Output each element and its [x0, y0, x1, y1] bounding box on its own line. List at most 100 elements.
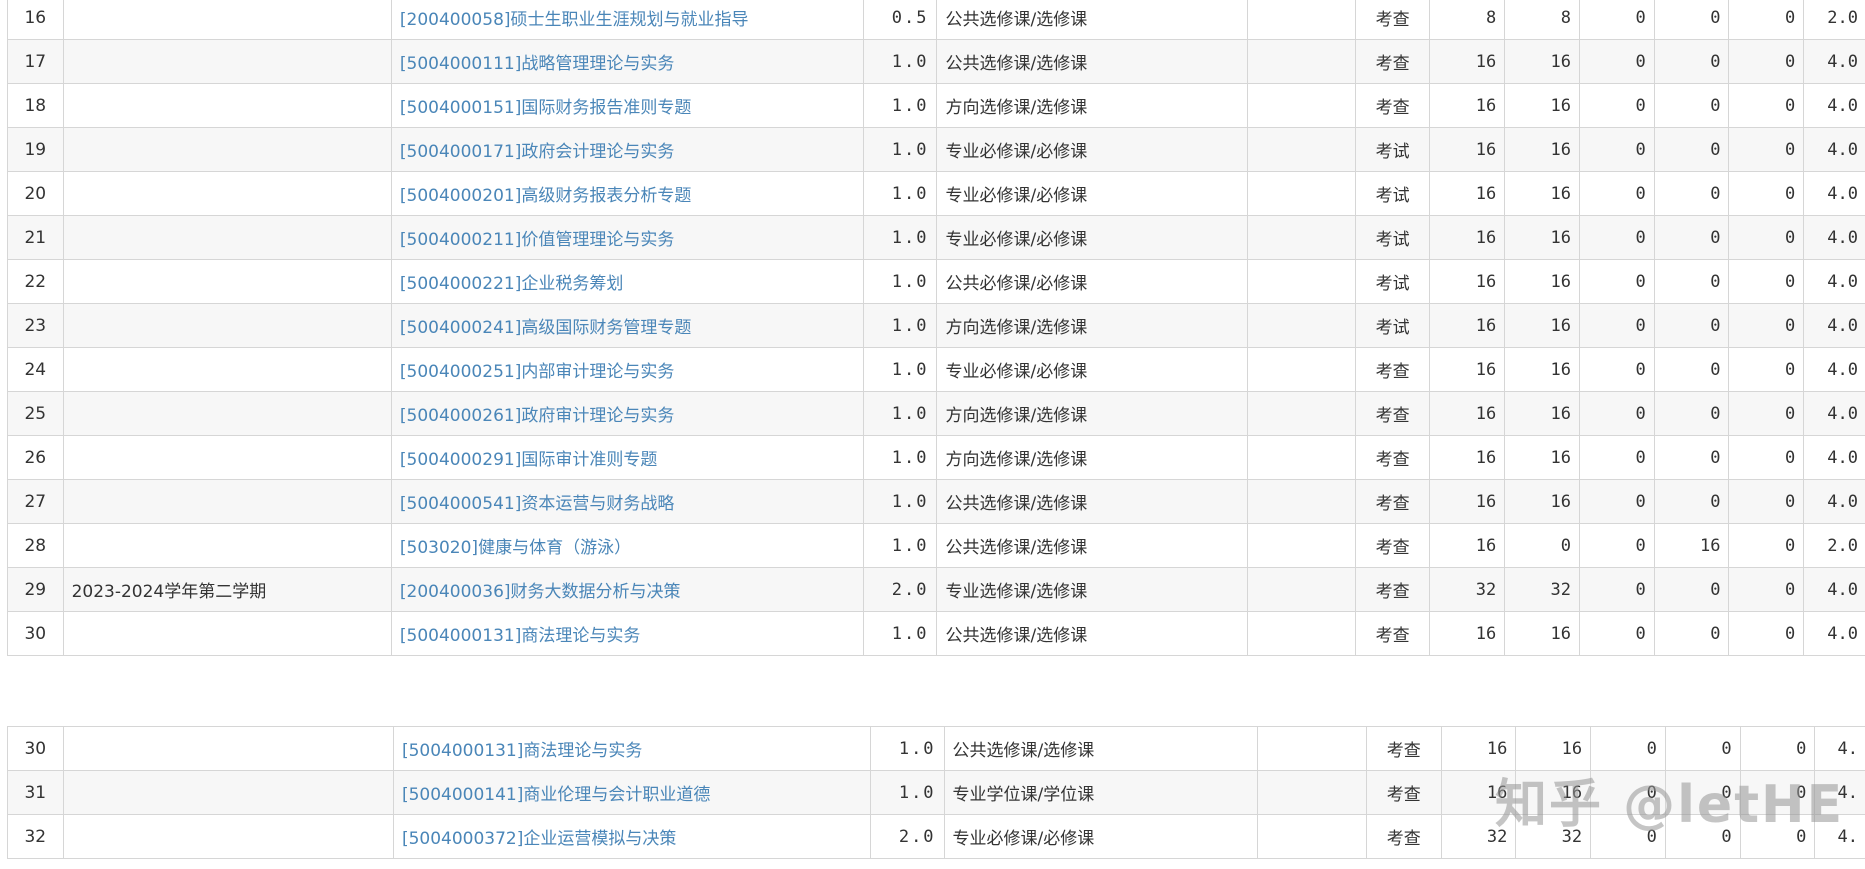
other-hours-cell: 0: [1728, 611, 1805, 656]
other-hours-cell: 0: [1739, 726, 1816, 771]
lecture-hours-cell: 0: [1504, 523, 1580, 568]
course-type-cell: 专业必修课/必修课: [936, 127, 1248, 172]
term-cell: [62, 347, 392, 392]
course-name-link[interactable]: [5004000141]商业伦理与会计职业道德: [402, 785, 710, 805]
credit-cell: 0.5: [862, 0, 938, 40]
lab-hours-cell: 0: [1578, 171, 1655, 216]
course-table-bottom-section: 30 [5004000131]商法理论与实务 1.0 公共选修课/选修课 考查 16 16 0…: [0, 726, 1865, 869]
term-cell: [62, 726, 394, 771]
row-index: 19: [7, 127, 64, 172]
term-cell: [62, 259, 392, 304]
course-name-link[interactable]: [5004000241]高级国际财务管理专题: [400, 318, 691, 338]
total-hours-cell: 16: [1440, 726, 1517, 771]
table-row: 30 [5004000131]商法理论与实务 1.0 公共选修课/选修课 考查 16 16 0…: [7, 611, 1865, 656]
course-name-link[interactable]: [5004000251]内部审计理论与实务: [400, 362, 674, 382]
empty-cell: [1246, 523, 1356, 568]
course-name-link[interactable]: [5004000171]政府会计理论与实务: [400, 142, 674, 162]
credit-cell: 1.0: [862, 259, 938, 304]
practice-hours-cell: 0: [1664, 726, 1741, 771]
practice-hours-cell: 0: [1653, 567, 1730, 612]
assessment-cell: 考查: [1365, 770, 1442, 815]
table-row: 25 [5004000261]政府审计理论与实务 1.0 方向选修课/选修课 考查 16 1…: [7, 391, 1865, 436]
assessment-cell: 考查: [1354, 0, 1431, 40]
weekly-hours-cell: 4.0: [1803, 127, 1865, 172]
credit-cell: 1.0: [862, 303, 938, 348]
course-name-link[interactable]: [5004000261]政府审计理论与实务: [400, 406, 674, 426]
course-name-link[interactable]: [200400036]财务大数据分析与决策: [400, 582, 681, 602]
credit-cell: 1.0: [869, 726, 945, 771]
practice-hours-cell: 0: [1653, 171, 1730, 216]
practice-hours-cell: 0: [1653, 39, 1730, 84]
assessment-cell: 考查: [1354, 567, 1431, 612]
course-link: [5004000221]企业税务筹划: [390, 259, 864, 304]
course-name-link[interactable]: [5004000111]战略管理理论与实务: [400, 54, 674, 74]
other-hours-cell: 0: [1728, 39, 1805, 84]
course-name-link[interactable]: [5004000372]企业运营模拟与决策: [402, 829, 676, 849]
table-row: 23 [5004000241]高级国际财务管理专题 1.0 方向选修课/选修课 考试 16…: [7, 303, 1865, 348]
course-name-link[interactable]: [503020]健康与体育（游泳）: [400, 538, 631, 558]
row-index: 24: [7, 347, 64, 392]
lecture-hours-cell: 32: [1515, 814, 1592, 859]
course-name-link[interactable]: [5004000131]商法理论与实务: [402, 741, 642, 761]
practice-hours-cell: 0: [1653, 611, 1730, 656]
term-cell: [62, 215, 392, 260]
course-name-link[interactable]: [5004000211]价值管理理论与实务: [400, 230, 674, 250]
row-index: 26: [7, 435, 64, 480]
course-name-link[interactable]: [5004000291]国际审计准则专题: [400, 450, 657, 470]
row-index: 21: [7, 215, 64, 260]
empty-cell: [1246, 347, 1356, 392]
course-link: [5004000541]资本运营与财务战略: [390, 479, 864, 524]
course-link: [503020]健康与体育（游泳）: [390, 523, 864, 568]
course-link: [5004000141]商业伦理与会计职业道德: [392, 770, 871, 815]
practice-hours-cell: 16: [1653, 523, 1730, 568]
lab-hours-cell: 0: [1590, 814, 1666, 859]
assessment-cell: 考查: [1354, 611, 1431, 656]
practice-hours-cell: 0: [1653, 215, 1730, 260]
term-cell: [62, 523, 392, 568]
course-type-cell: 公共选修课/选修课: [936, 39, 1248, 84]
weekly-hours-cell: 4.0: [1803, 567, 1865, 612]
total-hours-cell: 16: [1429, 611, 1506, 656]
assessment-cell: 考试: [1354, 259, 1431, 304]
empty-cell: [1246, 391, 1356, 436]
assessment-cell: 考试: [1354, 303, 1431, 348]
row-index: 20: [7, 171, 64, 216]
table-row: 32 [5004000372]企业运营模拟与决策 2.0 专业必修课/必修课 考查 32 3…: [7, 814, 1865, 859]
lecture-hours-cell: 16: [1504, 39, 1580, 84]
assessment-cell: 考试: [1354, 171, 1431, 216]
course-type-cell: 专业必修课/必修课: [936, 215, 1248, 260]
course-name-link[interactable]: [200400058]硕士生职业生涯规划与就业指导: [400, 10, 749, 30]
other-hours-cell: 0: [1739, 770, 1816, 815]
total-hours-cell: 16: [1429, 259, 1506, 304]
course-type-cell: 公共选修课/选修课: [943, 726, 1258, 771]
table-row: 22 [5004000221]企业税务筹划 1.0 公共必修课/必修课 考试 16 16 0 0…: [7, 259, 1865, 304]
empty-cell: [1246, 259, 1356, 304]
course-table-top-section: 16 [200400058]硕士生职业生涯规划与就业指导 0.5 公共选修课/选修课考…: [0, 0, 1865, 678]
course-name-link[interactable]: [5004000151]国际财务报告准则专题: [400, 98, 691, 118]
course-type-cell: 专业必修课/必修课: [936, 347, 1248, 392]
lecture-hours-cell: 8: [1504, 0, 1580, 40]
credit-cell: 1.0: [862, 83, 938, 128]
course-name-link[interactable]: [5004000131]商法理论与实务: [400, 626, 640, 646]
total-hours-cell: 16: [1429, 479, 1506, 524]
empty-cell: [1246, 39, 1356, 84]
course-type-cell: 方向选修课/选修课: [936, 83, 1248, 128]
lab-hours-cell: 0: [1578, 479, 1655, 524]
course-type-cell: 方向选修课/选修课: [936, 435, 1248, 480]
weekly-hours-cell: 4.0: [1803, 39, 1865, 84]
lecture-hours-cell: 16: [1515, 770, 1592, 815]
course-name-link[interactable]: [5004000201]高级财务报表分析专题: [400, 186, 691, 206]
other-hours-cell: 0: [1728, 215, 1805, 260]
row-index: 30: [7, 611, 64, 656]
term-cell: 2023-2024学年第二学期: [62, 567, 392, 612]
practice-hours-cell: 0: [1664, 814, 1741, 859]
course-name-link[interactable]: [5004000221]企业税务筹划: [400, 274, 623, 294]
table-row: 20 [5004000201]高级财务报表分析专题 1.0 专业必修课/必修课 考试 16…: [7, 171, 1865, 216]
credit-cell: 1.0: [862, 435, 938, 480]
course-type-cell: 公共选修课/选修课: [936, 611, 1248, 656]
empty-cell: [1256, 770, 1367, 815]
course-name-link[interactable]: [5004000541]资本运营与财务战略: [400, 494, 674, 514]
term-cell: [62, 0, 392, 40]
course-type-cell: 专业必修课/必修课: [936, 171, 1248, 216]
course-table-bottom: 30 [5004000131]商法理论与实务 1.0 公共选修课/选修课 考查 16 16 0…: [7, 726, 1865, 859]
